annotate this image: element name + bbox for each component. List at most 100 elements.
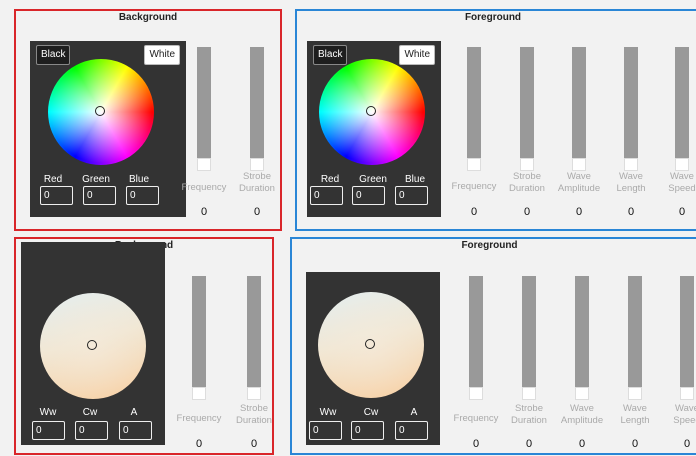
a-label: A [410, 407, 418, 418]
black-button[interactable]: Black [313, 45, 348, 65]
strobe-duration-value: 0 [523, 206, 531, 218]
wave-speed-value: 0 [683, 438, 691, 450]
wave-amplitude-slider[interactable] [572, 47, 586, 171]
strobe-duration-slider[interactable] [522, 276, 536, 400]
wave-length-label: Wave Length [616, 171, 646, 194]
green-label: Green [359, 174, 387, 185]
wave-amplitude-value: 0 [575, 206, 583, 218]
green-input[interactable]: 0 [352, 186, 385, 205]
panel-title: Foreground [461, 240, 518, 251]
background-white-panel: Background Ww Cw A 0 0 0 Frequency 0 Str… [14, 237, 274, 455]
white-button[interactable]: White [144, 45, 180, 65]
frequency-value: 0 [200, 206, 208, 218]
frequency-value: 0 [195, 438, 203, 450]
cw-input[interactable]: 0 [75, 421, 108, 440]
wave-length-slider[interactable] [628, 276, 642, 400]
strobe-duration-value: 0 [250, 438, 258, 450]
slider-thumb[interactable] [572, 158, 586, 171]
slider-thumb[interactable] [522, 387, 536, 400]
frequency-label: Frequency [176, 413, 222, 424]
green-label: Green [82, 174, 110, 185]
slider-thumb[interactable] [469, 387, 483, 400]
slider-thumb[interactable] [675, 158, 689, 171]
wave-length-slider[interactable] [624, 47, 638, 171]
ww-label: Ww [39, 407, 57, 418]
cw-label: Cw [363, 407, 379, 418]
frequency-slider[interactable] [467, 47, 481, 171]
a-label: A [130, 407, 138, 418]
rgb-color-wheel[interactable] [319, 59, 425, 165]
a-input[interactable]: 0 [119, 421, 152, 440]
red-input[interactable]: 0 [310, 186, 343, 205]
wave-speed-label: Wave Speed [673, 403, 696, 426]
white-button[interactable]: White [399, 45, 435, 65]
slider-thumb[interactable] [624, 158, 638, 171]
strobe-duration-slider[interactable] [250, 47, 264, 171]
green-input[interactable]: 0 [83, 186, 116, 205]
color-picker-knob[interactable] [366, 106, 376, 116]
red-input[interactable]: 0 [40, 186, 73, 205]
frequency-slider[interactable] [197, 47, 211, 171]
strobe-duration-slider[interactable] [520, 47, 534, 171]
blue-input[interactable]: 0 [126, 186, 159, 205]
wave-amplitude-slider[interactable] [575, 276, 589, 400]
cw-label: Cw [82, 407, 98, 418]
wave-amplitude-value: 0 [578, 438, 586, 450]
ww-input[interactable]: 0 [309, 421, 342, 440]
slider-thumb[interactable] [250, 158, 264, 171]
strobe-duration-label: Strobe Duration [511, 403, 547, 426]
slider-thumb[interactable] [575, 387, 589, 400]
slider-thumb[interactable] [680, 387, 694, 400]
color-picker-knob[interactable] [365, 339, 375, 349]
blue-label: Blue [128, 174, 149, 185]
frequency-value: 0 [472, 438, 480, 450]
frequency-value: 0 [470, 206, 478, 218]
strobe-duration-slider[interactable] [247, 276, 261, 400]
frequency-label: Frequency [453, 413, 499, 424]
color-wheel-box: Ww Cw A 0 0 0 [306, 272, 440, 445]
cw-input[interactable]: 0 [351, 421, 384, 440]
slider-thumb[interactable] [247, 387, 261, 400]
blue-label: Blue [404, 174, 425, 185]
wave-speed-slider[interactable] [680, 276, 694, 400]
wave-speed-label: Wave Speed [668, 171, 696, 194]
wave-speed-value: 0 [678, 206, 686, 218]
rgb-color-wheel[interactable] [48, 59, 154, 165]
strobe-duration-label: Strobe Duration [509, 171, 545, 194]
color-wheel-box: Black White Red Green Blue 0 0 0 [307, 41, 441, 217]
wave-speed-slider[interactable] [675, 47, 689, 171]
ww-label: Ww [319, 407, 337, 418]
background-rgb-panel: Background Black White Red Green Blue 0 … [14, 9, 282, 231]
frequency-label: Frequency [181, 182, 227, 193]
color-wheel-box: Ww Cw A 0 0 0 [21, 242, 165, 445]
strobe-duration-value: 0 [253, 206, 261, 218]
strobe-duration-value: 0 [525, 438, 533, 450]
slider-thumb[interactable] [197, 158, 211, 171]
frequency-slider[interactable] [192, 276, 206, 400]
slider-thumb[interactable] [520, 158, 534, 171]
color-picker-knob[interactable] [87, 340, 97, 350]
ww-input[interactable]: 0 [32, 421, 65, 440]
frequency-slider[interactable] [469, 276, 483, 400]
red-label: Red [320, 174, 340, 185]
a-input[interactable]: 0 [395, 421, 428, 440]
color-picker-knob[interactable] [95, 106, 105, 116]
frequency-label: Frequency [451, 181, 497, 192]
foreground-rgb-panel: Foreground Black White Red Green Blue 0 … [295, 9, 696, 231]
slider-thumb[interactable] [192, 387, 206, 400]
strobe-duration-label: Strobe Duration [239, 171, 275, 194]
strobe-duration-label: Strobe Duration [236, 403, 272, 426]
white-temperature-wheel[interactable] [318, 292, 424, 398]
white-temperature-wheel[interactable] [40, 293, 146, 399]
slider-thumb[interactable] [467, 158, 481, 171]
wave-length-value: 0 [631, 438, 639, 450]
panel-title: Background [118, 12, 178, 23]
wave-length-value: 0 [627, 206, 635, 218]
blue-input[interactable]: 0 [395, 186, 428, 205]
wave-amplitude-label: Wave Amplitude [560, 403, 604, 426]
red-label: Red [43, 174, 63, 185]
black-button[interactable]: Black [36, 45, 71, 65]
panel-title: Foreground [464, 12, 522, 23]
color-wheel-box: Black White Red Green Blue 0 0 0 [30, 41, 186, 217]
slider-thumb[interactable] [628, 387, 642, 400]
